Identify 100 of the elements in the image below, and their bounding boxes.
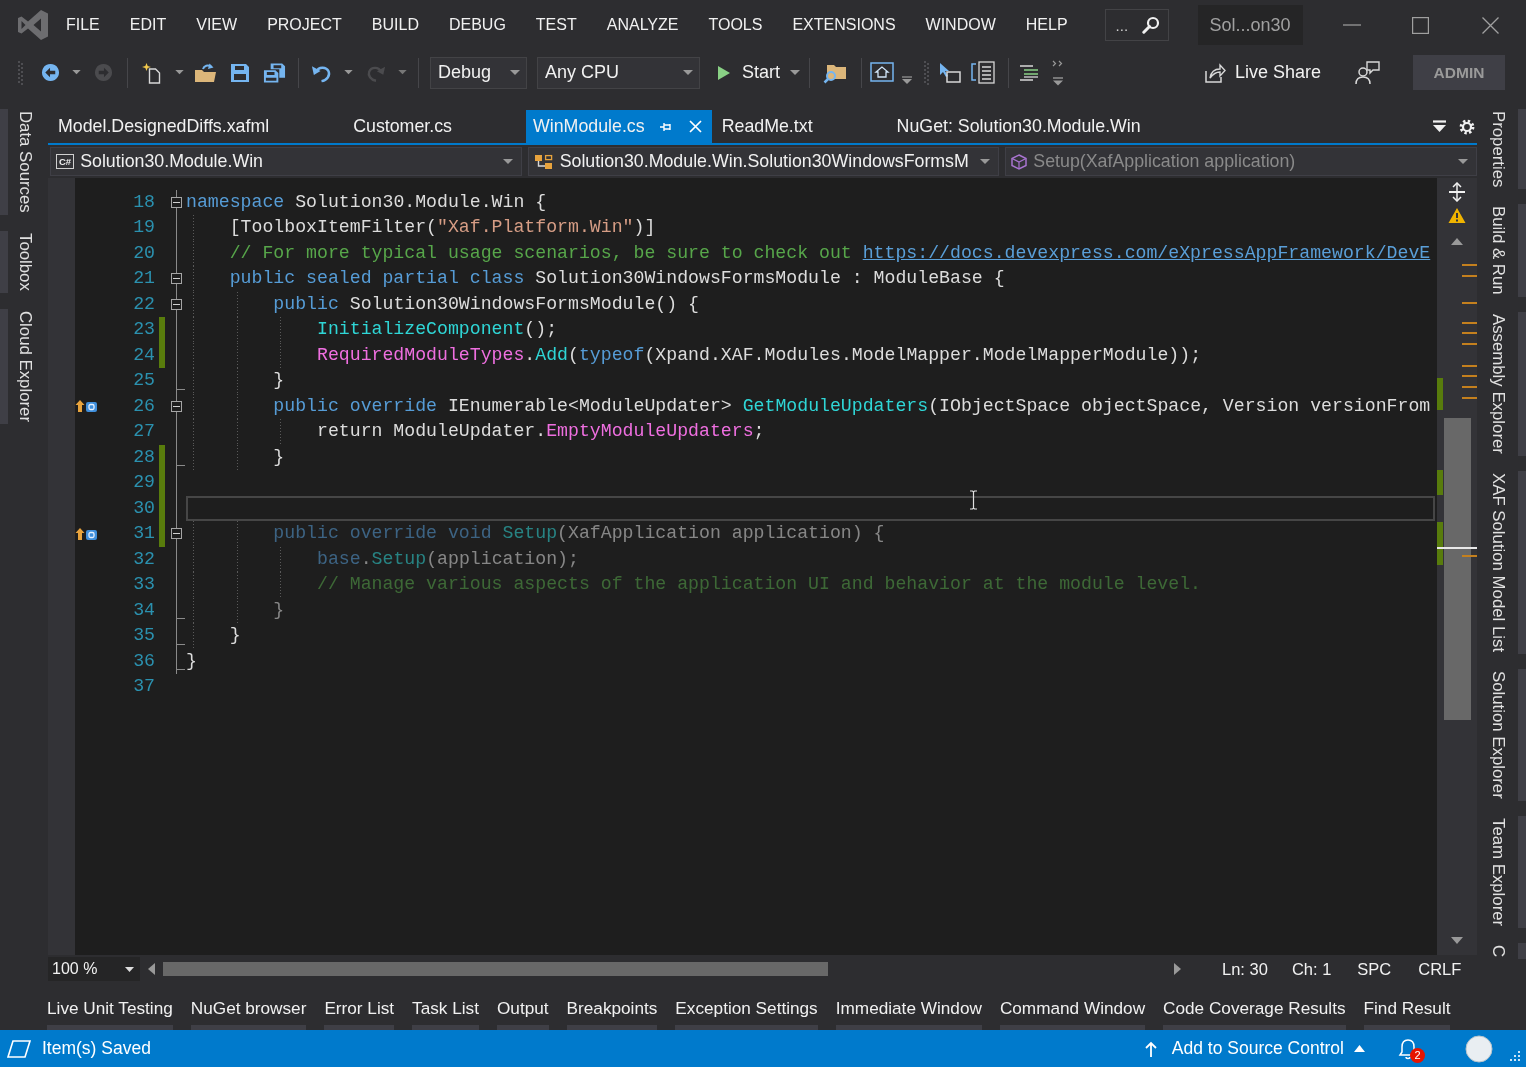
navigation-dropdown[interactable]: Setup(XafApplication application) xyxy=(1005,147,1477,176)
resize-grip-icon[interactable] xyxy=(1510,1050,1520,1061)
solution-name[interactable]: Sol...on30 xyxy=(1197,5,1303,45)
document-tab[interactable]: WinModule.cs xyxy=(526,110,712,143)
caret-icon[interactable] xyxy=(344,70,353,75)
code-line: public sealed partial class Solution30WindowsFormsModule : ModuleBase { xyxy=(228,268,1005,288)
status-circle-icon[interactable] xyxy=(1465,1034,1493,1063)
line-number: 28 xyxy=(132,445,155,469)
lines-icon[interactable] xyxy=(1019,63,1039,82)
new-project-icon[interactable] xyxy=(141,61,162,84)
override-marker-icon[interactable] xyxy=(75,526,99,541)
start-button[interactable]: Start xyxy=(717,62,780,83)
document-tab[interactable]: ReadMe.txt xyxy=(711,110,887,143)
language-badge: C# xyxy=(56,154,75,169)
navigation-dropdown[interactable]: C# Solution30.Module.Win xyxy=(50,147,522,176)
indentation-mode[interactable]: SPC xyxy=(1357,959,1392,979)
save-icon[interactable] xyxy=(230,62,250,83)
tool-window-tab[interactable]: Properties xyxy=(1488,109,1526,190)
menu-item[interactable]: TOOLS xyxy=(693,14,778,36)
vertical-scrollbar[interactable] xyxy=(1437,178,1477,955)
override-marker-icon[interactable] xyxy=(75,399,99,414)
link[interactable]: https://docs.devexpress.com/eXpressAppFramework/DevE xyxy=(862,242,1431,263)
menu-item[interactable]: FILE xyxy=(51,14,115,36)
window-icon xyxy=(7,1039,31,1058)
document-tab[interactable]: Model.DesignedDiffs.xafml xyxy=(48,110,344,143)
caret-icon[interactable] xyxy=(902,75,912,84)
menu-item[interactable]: EXTENSIONS xyxy=(777,14,911,36)
open-folder-icon[interactable] xyxy=(194,62,217,83)
caret-icon[interactable] xyxy=(790,69,800,76)
menu-item[interactable]: HELP xyxy=(1010,14,1083,36)
share-icon[interactable] xyxy=(1203,62,1226,83)
feedback-icon[interactable] xyxy=(1354,60,1380,85)
column-position[interactable]: Ch: 1 xyxy=(1291,959,1332,979)
notification-bell-icon[interactable] xyxy=(1398,1037,1418,1060)
maximize-icon[interactable] xyxy=(1412,16,1429,34)
scrollbar-thumb[interactable] xyxy=(1444,418,1471,720)
tool-window-tab[interactable]: XAF Solution Model List xyxy=(1488,471,1526,655)
navigation-dropdown[interactable]: Solution30.Module.Win.Solution30WindowsFormsM xyxy=(527,147,1000,176)
grip-icon[interactable] xyxy=(924,60,929,85)
line-position[interactable]: Ln: 30 xyxy=(1222,959,1268,979)
menu-item[interactable]: EDIT xyxy=(114,14,182,36)
tool-window-tab[interactable]: C xyxy=(1488,943,1526,960)
tool-window-tab[interactable]: Data Sources xyxy=(0,109,35,215)
tab-list-icon[interactable] xyxy=(1433,120,1446,133)
search-box[interactable]: ... xyxy=(1104,9,1169,41)
warning-icon[interactable] xyxy=(1448,207,1466,224)
tool-window-tab[interactable]: Cloud Explorer xyxy=(0,308,35,424)
overflow-icon[interactable] xyxy=(1051,59,1064,86)
document-tab[interactable]: NuGet: Solution30.Module.Win xyxy=(886,110,1215,143)
menu-item[interactable]: WINDOW xyxy=(910,14,1011,36)
save-all-icon[interactable] xyxy=(263,61,286,84)
fold-toggle[interactable] xyxy=(171,196,182,208)
up-arrow-icon[interactable] xyxy=(1143,1040,1158,1057)
settings-icon[interactable] xyxy=(1459,118,1475,135)
tool-window-tab[interactable]: Assembly Explorer xyxy=(1488,312,1526,456)
tool-window-tab[interactable]: Solution Explorer xyxy=(1488,669,1526,801)
scroll-down-icon[interactable] xyxy=(1451,937,1463,944)
split-window-icon[interactable] xyxy=(1448,182,1466,202)
back-icon[interactable] xyxy=(41,63,60,82)
platform-dropdown[interactable]: Any CPU xyxy=(537,56,700,89)
menu-item[interactable]: ANALYZE xyxy=(591,14,694,36)
menu-item[interactable]: BUILD xyxy=(356,14,434,36)
class-icon xyxy=(533,153,554,170)
line-number: 34 xyxy=(132,598,155,622)
layout-icon[interactable] xyxy=(971,61,995,84)
tool-window-tab[interactable]: Build & Run xyxy=(1488,204,1526,298)
select-element-icon[interactable] xyxy=(938,61,962,84)
scroll-up-icon[interactable] xyxy=(1451,238,1463,245)
line-ending-mode[interactable]: CRLF xyxy=(1418,959,1462,979)
play-icon[interactable] xyxy=(717,64,731,81)
cube-icon xyxy=(1011,153,1028,170)
account-button[interactable]: ADMIN xyxy=(1413,55,1505,90)
code-line: [ToolboxItemFilter("Xaf.Platform.Win")] xyxy=(228,217,656,237)
live-share-button[interactable]: Live Share xyxy=(1203,62,1321,83)
scrollbar-thumb[interactable] xyxy=(163,962,828,976)
scroll-left-icon[interactable] xyxy=(148,963,155,975)
menu-item[interactable]: PROJECT xyxy=(252,14,357,36)
document-tab[interactable]: Customer.cs xyxy=(343,110,526,143)
source-control-button[interactable]: Add to Source Control xyxy=(1143,1038,1365,1059)
close-icon[interactable] xyxy=(1482,16,1499,34)
caret-icon[interactable] xyxy=(72,70,81,75)
fold-toggle[interactable] xyxy=(171,298,182,310)
grip-icon[interactable] xyxy=(18,60,23,85)
scroll-right-icon[interactable] xyxy=(1174,963,1181,975)
menu-item[interactable]: VIEW xyxy=(181,14,253,36)
fold-toggle[interactable] xyxy=(171,273,182,285)
menu-item[interactable]: TEST xyxy=(520,14,592,36)
configuration-dropdown[interactable]: Debug xyxy=(430,56,527,89)
fold-toggle[interactable] xyxy=(171,400,182,412)
caret-icon[interactable] xyxy=(175,70,184,75)
caret-icon[interactable] xyxy=(125,966,134,972)
tool-window-tab[interactable]: Toolbox xyxy=(0,230,35,293)
tool-window-tab[interactable]: Team Explorer xyxy=(1488,815,1526,929)
window-home-icon[interactable] xyxy=(870,62,894,83)
menu-item[interactable]: DEBUG xyxy=(433,14,521,36)
search-icon[interactable] xyxy=(1141,16,1160,34)
pin-icon[interactable] xyxy=(658,120,673,133)
line-number: 36 xyxy=(132,649,155,673)
zoom-dropdown[interactable]: 100 % xyxy=(48,957,140,981)
fold-toggle[interactable] xyxy=(171,528,182,540)
